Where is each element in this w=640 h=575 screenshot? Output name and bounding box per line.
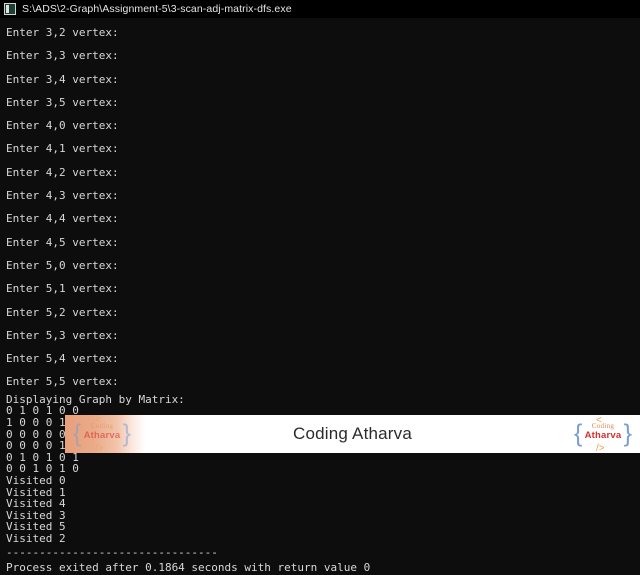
vertex-prompt-line: Enter 4,5 vertex: bbox=[6, 235, 119, 249]
matrix-heading: Displaying Graph by Matrix: bbox=[6, 392, 185, 406]
vertex-prompt-line: Enter 5,4 vertex: bbox=[6, 352, 119, 366]
vertex-prompt-list: Enter 3,2 vertex: Enter 3,3 vertex: Enter … bbox=[6, 21, 640, 394]
separator-line: -------------------------------- bbox=[6, 546, 218, 560]
vertex-prompt-line: Enter 5,1 vertex: bbox=[6, 282, 119, 296]
vertex-prompt-line: Enter 3,5 vertex: bbox=[6, 95, 119, 109]
vertex-prompt-line: Enter 3,3 vertex: bbox=[6, 49, 119, 63]
visited-line: Visited 5 bbox=[6, 520, 66, 534]
vertex-prompt-line: Enter 5,5 vertex: bbox=[6, 375, 119, 389]
visited-line: Visited 3 bbox=[6, 508, 66, 522]
visited-line: Visited 4 bbox=[6, 497, 66, 511]
vertex-prompt-line: Enter 5,0 vertex: bbox=[6, 258, 119, 272]
vertex-prompt-line: Enter 3,2 vertex: bbox=[6, 26, 119, 39]
vertex-prompt-line: Enter 4,2 vertex: bbox=[6, 165, 119, 179]
angle-close-icon: /> bbox=[596, 443, 605, 453]
vertex-prompt-line: Enter 4,4 vertex: bbox=[6, 212, 119, 226]
console-window-icon bbox=[4, 3, 16, 15]
watermark-title: Coding Atharva bbox=[292, 424, 413, 443]
title-bar[interactable]: S:\ADS\2-Graph\Assignment-5\3-scan-adj-m… bbox=[0, 0, 640, 18]
brace-right-icon: } bbox=[623, 419, 632, 448]
vertex-prompt-line: Enter 3,4 vertex: bbox=[6, 72, 119, 86]
vertex-prompt-line: Enter 4,3 vertex: bbox=[6, 189, 119, 203]
vertex-prompt-line: Enter 5,3 vertex: bbox=[6, 328, 119, 342]
vertex-prompt-line: Enter 4,0 vertex: bbox=[6, 119, 119, 133]
visited-list: Visited 0 Visited 1 Visited 4 Visited 3 Visi… bbox=[6, 475, 640, 545]
console-output[interactable]: Enter 3,2 vertex: Enter 3,3 vertex: Enter … bbox=[0, 18, 640, 575]
angle-close-icon: /> bbox=[95, 443, 104, 453]
console-window: S:\ADS\2-Graph\Assignment-5\3-scan-adj-m… bbox=[0, 0, 640, 575]
visited-line: Visited 2 bbox=[6, 531, 66, 545]
vertex-prompt-line: Enter 4,1 vertex: bbox=[6, 142, 119, 156]
watermark-banner: < { Coding Atharva } /> Coding Atharva <… bbox=[65, 415, 640, 453]
matrix-row: 0 1 0 1 0 1 bbox=[6, 450, 79, 464]
process-exit-message: Process exited after 0.1864 seconds with… bbox=[6, 561, 371, 575]
visited-line: Visited 0 bbox=[6, 473, 66, 487]
window-title: S:\ADS\2-Graph\Assignment-5\3-scan-adj-m… bbox=[22, 3, 292, 15]
vertex-prompt-line: Enter 5,2 vertex: bbox=[6, 305, 119, 319]
matrix-row: 0 0 1 0 1 0 bbox=[6, 462, 79, 476]
logo-right: < { Coding Atharva } /> bbox=[572, 415, 634, 453]
visited-line: Visited 1 bbox=[6, 485, 66, 499]
